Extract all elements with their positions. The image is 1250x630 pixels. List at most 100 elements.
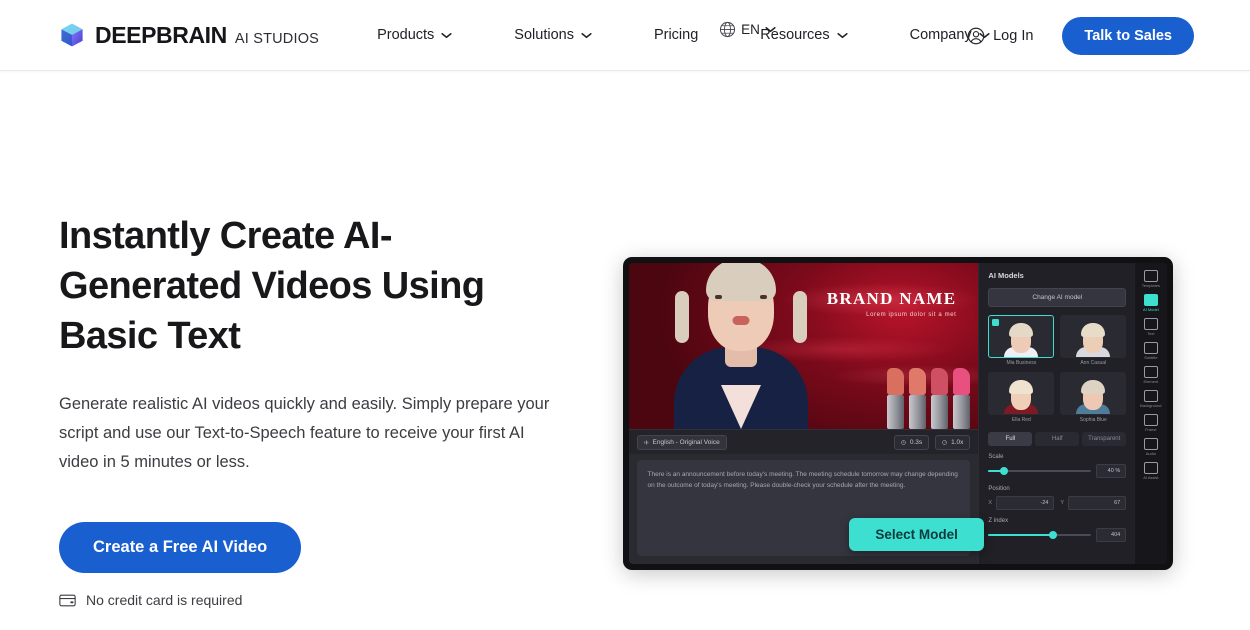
ai-models-panel: AI Models Change AI model Mia Business A… xyxy=(849,263,1136,564)
rail-caption: AI Assist xyxy=(1143,475,1159,480)
rail-item-ai-model[interactable]: AI Model xyxy=(1137,291,1165,314)
model-card[interactable] xyxy=(1060,315,1127,358)
change-ai-model-button[interactable]: Change AI model xyxy=(988,288,1127,307)
language-selector[interactable]: EN xyxy=(719,21,776,38)
app-mock-device: BRAND NAME Lorem ipsum dolor sit a met E… xyxy=(622,257,1173,570)
check-icon xyxy=(992,319,1000,326)
model-caption: Ella Red xyxy=(1011,417,1031,423)
login-label: Log In xyxy=(993,27,1034,44)
chevron-down-icon xyxy=(441,32,452,38)
rail-item-background[interactable]: Background xyxy=(1137,387,1165,410)
zindex-label: Z index xyxy=(988,518,1009,524)
rail-item-ai-assist[interactable]: AI Assist xyxy=(1137,459,1165,482)
site-header: DEEPBRAIN AI STUDIOS Products Solutions … xyxy=(0,0,1250,71)
duration-chip[interactable]: 0.3s xyxy=(893,434,930,450)
rail-caption: Text xyxy=(1147,331,1155,336)
login-button[interactable]: Log In xyxy=(967,27,1033,45)
rail-item-element[interactable]: Element xyxy=(1137,363,1165,386)
rail-caption: Audio xyxy=(1145,451,1156,456)
templates-icon xyxy=(1143,270,1158,282)
tab-half[interactable]: Half xyxy=(1035,432,1080,446)
create-free-ai-video-button[interactable]: Create a Free AI Video xyxy=(59,522,302,573)
lipstick-products xyxy=(887,368,971,429)
rail-caption: Element xyxy=(1143,379,1159,384)
rail-item-text[interactable]: Text xyxy=(1137,315,1165,338)
language-label: EN xyxy=(741,22,760,37)
no-credit-card-note: No credit card is required xyxy=(59,592,604,608)
select-model-button[interactable]: Select Model xyxy=(849,518,984,551)
rail-caption: Subtitle xyxy=(1144,355,1158,360)
brand-logo[interactable]: DEEPBRAIN AI STUDIOS xyxy=(59,22,319,49)
cube-logo-icon xyxy=(61,23,83,47)
position-x-key: X xyxy=(988,500,993,506)
ai-model-icon xyxy=(1143,294,1158,306)
model-caption: Ann Casual xyxy=(1080,360,1107,366)
rail-caption: AI Model xyxy=(1142,307,1159,312)
position-x-input[interactable]: -24 xyxy=(996,496,1055,510)
ai-assist-icon xyxy=(1143,462,1158,474)
tab-full[interactable]: Full xyxy=(988,432,1033,446)
voice-selector-pill[interactable]: English - Original Voice xyxy=(636,434,727,450)
hero-section: Instantly Create AI-Generated Videos Usi… xyxy=(0,71,1250,630)
hero-subcopy: Generate realistic AI videos quickly and… xyxy=(59,395,550,471)
brand-name: DEEPBRAIN xyxy=(95,21,227,48)
nav-label: Company xyxy=(909,27,972,43)
stage-toolbar: English - Original Voice 0.3s 1.0x xyxy=(628,429,979,454)
tab-transparent[interactable]: Transparent xyxy=(1082,432,1127,446)
user-circle-icon xyxy=(967,27,985,44)
position-control: Position X -24 Y 67 xyxy=(988,486,1127,510)
model-grid: Mia Business Ann Casual Ella Red Sophia … xyxy=(988,315,1127,423)
clock-icon xyxy=(901,439,906,445)
chevron-down-icon xyxy=(836,32,848,38)
scale-value[interactable]: 40 % xyxy=(1096,464,1127,478)
tool-rail: Templates AI Model Text Subtitle Element… xyxy=(1135,263,1167,564)
rail-item-audio[interactable]: Audio xyxy=(1137,435,1165,458)
position-y-input[interactable]: 67 xyxy=(1067,496,1127,510)
scale-slider[interactable] xyxy=(988,467,1092,475)
nav-item-solutions[interactable]: Solutions xyxy=(498,19,608,51)
rail-caption: Background xyxy=(1140,403,1162,408)
brand-name-overlay: BRAND NAME Lorem ipsum dolor sit a met xyxy=(827,289,957,318)
zindex-control: Z index 404 xyxy=(988,518,1127,542)
crop-mode-tabs: Full Half Transparent xyxy=(988,432,1127,446)
zindex-slider[interactable] xyxy=(988,531,1092,539)
model-card[interactable] xyxy=(1060,372,1127,415)
duration-label: 0.3s xyxy=(909,438,923,446)
model-card[interactable] xyxy=(988,372,1055,415)
rail-caption: Frame xyxy=(1145,427,1157,432)
nav-label: Products xyxy=(377,27,435,43)
zindex-value[interactable]: 404 xyxy=(1096,528,1127,542)
nav-label: Pricing xyxy=(653,27,699,43)
rail-item-templates[interactable]: Templates xyxy=(1137,267,1165,290)
ai-studios-app: BRAND NAME Lorem ipsum dolor sit a met E… xyxy=(628,263,1167,564)
model-caption: Mia Business xyxy=(1006,360,1037,366)
rail-item-frame[interactable]: Frame xyxy=(1137,411,1165,434)
position-y-key: Y xyxy=(1060,500,1064,506)
nav-item-products[interactable]: Products xyxy=(377,19,468,51)
brand-suffix: AI STUDIOS xyxy=(234,30,320,47)
position-label: Position xyxy=(988,486,1010,492)
video-canvas[interactable]: BRAND NAME Lorem ipsum dolor sit a met xyxy=(628,263,979,429)
header-actions: EN Log In Talk to Sales xyxy=(720,0,1250,71)
page-title: Instantly Create AI-Generated Videos Usi… xyxy=(59,215,485,357)
hero-copy: Instantly Create AI-Generated Videos Usi… xyxy=(59,71,604,630)
element-icon xyxy=(1143,366,1158,378)
text-icon xyxy=(1143,318,1158,330)
rail-caption: Templates xyxy=(1141,283,1160,288)
audio-icon xyxy=(1143,438,1158,450)
panel-title: AI Models xyxy=(988,271,1024,280)
nav-label: Solutions xyxy=(514,27,574,43)
speed-icon xyxy=(942,439,947,445)
brand-name-title: BRAND NAME xyxy=(826,289,957,308)
speed-chip[interactable]: 1.0x xyxy=(935,434,971,450)
rail-item-subtitle[interactable]: Subtitle xyxy=(1137,339,1165,362)
talk-to-sales-button[interactable]: Talk to Sales xyxy=(1062,16,1194,55)
chevron-down-icon xyxy=(581,32,592,38)
globe-icon xyxy=(720,21,736,38)
background-icon xyxy=(1143,390,1158,402)
product-preview: BRAND NAME Lorem ipsum dolor sit a met E… xyxy=(604,71,1191,630)
nav-item-pricing[interactable]: Pricing xyxy=(638,19,714,51)
model-card[interactable] xyxy=(988,315,1055,358)
ai-presenter-avatar xyxy=(667,263,815,429)
scale-label: Scale xyxy=(988,454,1004,460)
